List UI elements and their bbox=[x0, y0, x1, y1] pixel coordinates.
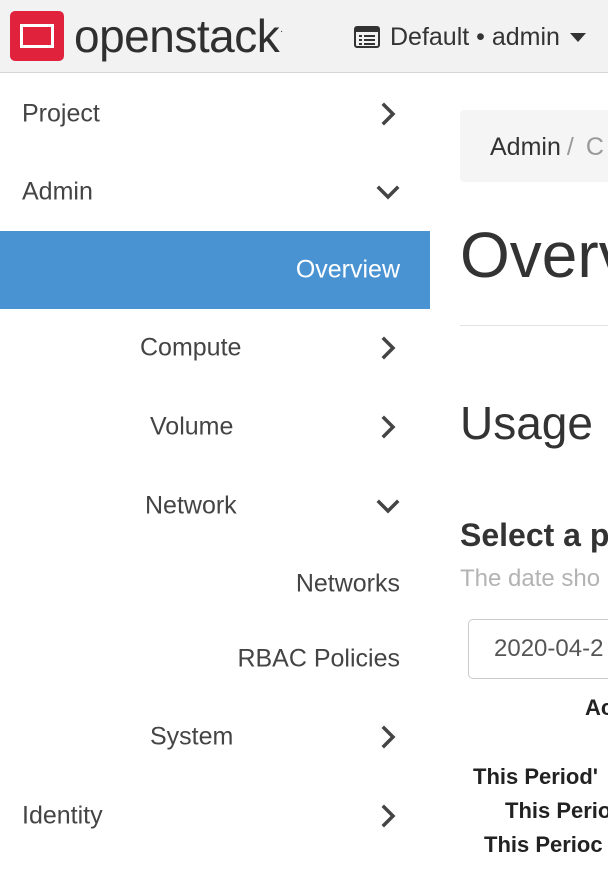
chevron-right-icon bbox=[381, 415, 396, 439]
divider bbox=[460, 325, 608, 326]
breadcrumb-admin-link[interactable]: Admin bbox=[490, 133, 561, 161]
sidebar-item-project[interactable]: Project bbox=[0, 75, 430, 153]
chevron-down-icon bbox=[376, 499, 400, 514]
breadcrumb: Admin / C bbox=[460, 110, 608, 182]
period-summary-line: This Period' bbox=[473, 764, 599, 789]
sidebar-item-label: Overview bbox=[295, 255, 400, 284]
chevron-right-icon bbox=[381, 336, 396, 360]
active-summary-label: Ac bbox=[585, 695, 608, 720]
start-date-input[interactable]: 2020-04-2 bbox=[468, 619, 608, 679]
page-title: Overv bbox=[460, 219, 608, 291]
sidebar-nav: Project Admin Overview Compute Volume Ne… bbox=[0, 73, 430, 888]
sidebar-item-rbac-policies[interactable]: RBAC Policies bbox=[0, 620, 430, 698]
sidebar-item-label: Networks bbox=[295, 569, 400, 598]
chevron-right-icon bbox=[381, 102, 396, 126]
caret-down-icon bbox=[569, 32, 586, 42]
chevron-down-icon bbox=[376, 185, 400, 200]
openstack-logo-text[interactable]: openstack. bbox=[74, 6, 283, 66]
date-help-text: The date sho bbox=[460, 565, 601, 592]
chevron-right-icon bbox=[381, 725, 396, 749]
project-picker-dropdown[interactable]: Default • admin bbox=[354, 20, 586, 54]
list-icon bbox=[354, 26, 380, 48]
sidebar-item-system[interactable]: System bbox=[0, 698, 430, 776]
sidebar-item-label: Project bbox=[22, 99, 100, 128]
sidebar-item-compute[interactable]: Compute bbox=[0, 309, 430, 387]
sidebar-item-label: Volume bbox=[150, 412, 234, 441]
sidebar-item-identity[interactable]: Identity bbox=[0, 777, 430, 855]
sidebar-item-overview[interactable]: Overview bbox=[0, 231, 430, 309]
breadcrumb-next-item[interactable]: C bbox=[586, 133, 604, 161]
breadcrumb-separator: / bbox=[566, 133, 574, 161]
sidebar-item-label: Compute bbox=[140, 333, 242, 362]
project-picker-label: Default • admin bbox=[390, 22, 560, 51]
period-summary-line: This Perio bbox=[505, 798, 608, 823]
sidebar-item-volume[interactable]: Volume bbox=[0, 388, 430, 466]
usage-section-title: Usage bbox=[460, 397, 593, 449]
period-summary-line: This Perioc bbox=[484, 832, 603, 857]
main-content: Admin/ C Overv Usage Select a p The date … bbox=[460, 73, 608, 888]
sidebar-item-label: System bbox=[150, 722, 234, 751]
sidebar-item-label: RBAC Policies bbox=[237, 644, 400, 673]
sidebar-item-label: Network bbox=[145, 491, 237, 520]
sidebar-item-admin[interactable]: Admin bbox=[0, 153, 430, 231]
chevron-right-icon bbox=[381, 804, 396, 828]
sidebar-item-network[interactable]: Network bbox=[0, 467, 430, 545]
openstack-logo-icon[interactable] bbox=[10, 11, 64, 61]
sidebar-item-networks[interactable]: Networks bbox=[0, 545, 430, 623]
sidebar-item-label: Identity bbox=[22, 801, 103, 830]
sidebar-item-label: Admin bbox=[22, 177, 93, 206]
top-navbar: openstack. Default • admin bbox=[0, 0, 608, 73]
select-period-title: Select a p bbox=[460, 517, 608, 553]
